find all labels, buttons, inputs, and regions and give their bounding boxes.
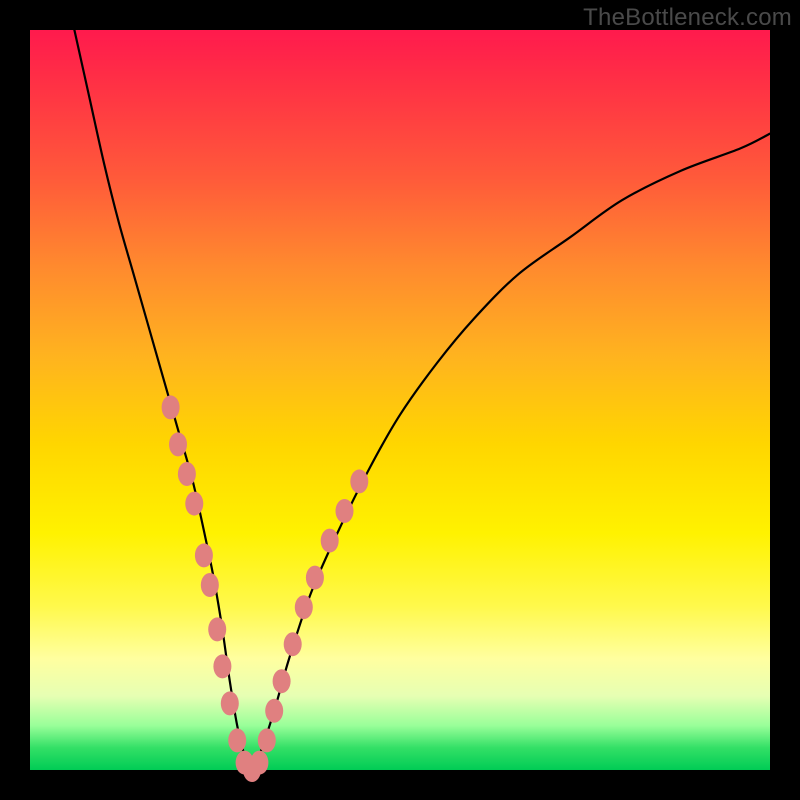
bottleneck-curve-svg xyxy=(30,30,770,770)
watermark-text: TheBottleneck.com xyxy=(583,4,792,32)
curve-bead xyxy=(178,462,196,486)
curve-beads-group xyxy=(162,395,369,782)
curve-bead xyxy=(221,691,239,715)
curve-bead xyxy=(201,573,219,597)
curve-bead xyxy=(250,751,268,775)
curve-bead xyxy=(336,499,354,523)
curve-bead xyxy=(321,529,339,553)
curve-bead xyxy=(284,632,302,656)
curve-bead xyxy=(162,395,180,419)
curve-bead xyxy=(258,728,276,752)
curve-bead xyxy=(273,669,291,693)
curve-bead xyxy=(169,432,187,456)
curve-bead xyxy=(350,469,368,493)
bottleneck-curve-path xyxy=(74,30,770,770)
outer-frame: TheBottleneck.com xyxy=(0,0,800,800)
curve-bead xyxy=(195,543,213,567)
chart-plot-area xyxy=(30,30,770,770)
curve-bead xyxy=(185,492,203,516)
curve-bead xyxy=(213,654,231,678)
curve-bead xyxy=(208,617,226,641)
curve-bead xyxy=(228,728,246,752)
curve-bead xyxy=(295,595,313,619)
curve-bead xyxy=(306,566,324,590)
curve-bead xyxy=(265,699,283,723)
